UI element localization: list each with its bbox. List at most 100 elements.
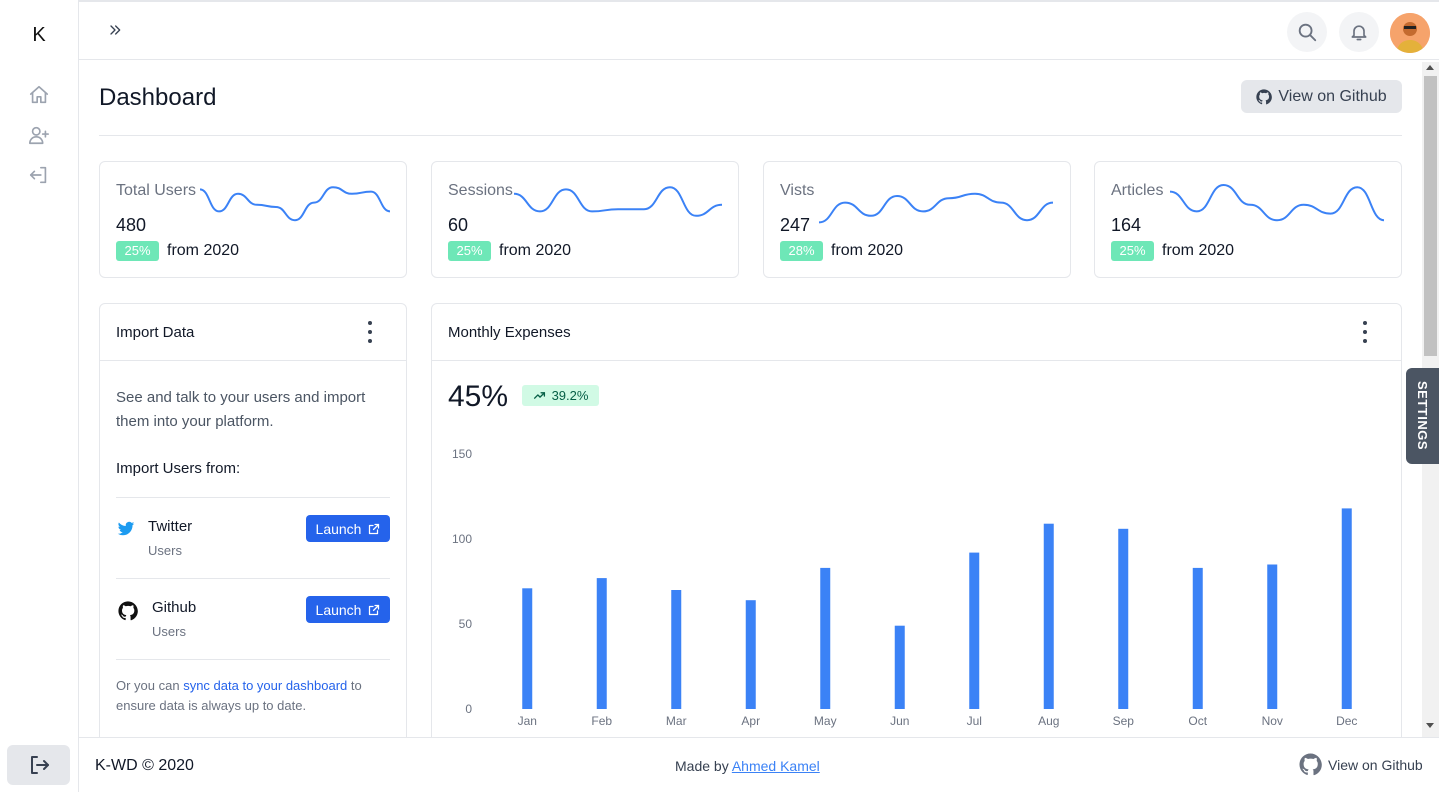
card-header: Import Data: [100, 304, 406, 361]
footer: K-WD © 2020 Made by Ahmed Kamel View on …: [79, 737, 1439, 792]
external-link-icon: [369, 523, 380, 534]
bar-mar[interactable]: [671, 590, 682, 709]
page-title: Dashboard: [99, 84, 217, 111]
dot: [368, 330, 372, 334]
stat-from: from 2020: [499, 242, 572, 259]
y-tick-label: 100: [452, 532, 472, 546]
bell-icon: [1351, 25, 1367, 41]
trend-badge: 39.2%: [522, 385, 599, 406]
logout-button[interactable]: [7, 745, 70, 785]
app-logo[interactable]: K: [0, 24, 78, 47]
more-options-button[interactable]: [366, 321, 374, 343]
x-tick-label: Oct: [1188, 714, 1207, 728]
expenses-percent: 45%: [448, 380, 509, 413]
sidebar: K: [0, 0, 79, 792]
bar-jan[interactable]: [522, 588, 533, 709]
search-icon: [1298, 23, 1317, 42]
source-name: Twitter: [148, 518, 193, 535]
login-icon[interactable]: [27, 163, 51, 187]
x-tick-label: Dec: [1336, 714, 1357, 728]
search-button[interactable]: [1287, 12, 1327, 52]
bar-jul[interactable]: [969, 552, 980, 709]
y-tick-label: 50: [459, 617, 473, 631]
stat-badge: 28%: [780, 241, 823, 261]
sync-data-link[interactable]: sync data to your dashboard: [183, 678, 347, 693]
x-tick-label: Nov: [1262, 714, 1283, 728]
card-title: Import Data: [116, 324, 195, 341]
scroll-up-arrow[interactable]: [1426, 65, 1434, 70]
main-content: Dashboard View on Github Total Users 480…: [79, 62, 1422, 737]
sparkline-path: [199, 186, 391, 222]
stat-card-total-users: Total Users 480 25% from 2020: [99, 161, 407, 278]
expand-sidebar-button[interactable]: [105, 20, 125, 40]
stat-badge: 25%: [116, 241, 159, 261]
settings-label: SETTINGS: [1415, 381, 1430, 451]
stat-card-articles: Articles 164 25% from 2020: [1094, 161, 1402, 278]
launch-twitter-button[interactable]: Launch: [306, 515, 390, 542]
bar-apr[interactable]: [745, 600, 756, 709]
stat-card-sessions: Sessions 60 25% from 2020: [431, 161, 739, 278]
x-tick-label: Sep: [1113, 714, 1135, 728]
source-sub: Users: [152, 624, 186, 639]
sparkline-path: [1169, 183, 1385, 222]
x-tick-label: Jul: [967, 714, 982, 728]
x-tick-label: Feb: [591, 714, 612, 728]
y-tick-label: 0: [465, 702, 472, 716]
github-icon: [1256, 88, 1273, 104]
bar-sep[interactable]: [1118, 528, 1129, 709]
stat-label: Vists: [780, 182, 815, 199]
divider: [116, 659, 390, 660]
scrollbar-thumb[interactable]: [1424, 76, 1437, 356]
author-link[interactable]: Ahmed Kamel: [732, 758, 820, 774]
stat-label: Total Users: [116, 182, 197, 199]
x-tick-label: Jan: [518, 714, 537, 728]
stat-badge: 25%: [448, 241, 491, 261]
x-tick-label: May: [814, 714, 837, 728]
launch-label: Launch: [315, 520, 362, 537]
dot: [1363, 330, 1367, 334]
dot: [368, 321, 372, 325]
sparkline-path: [513, 186, 723, 217]
topbar: [79, 0, 1439, 60]
view-on-github-button[interactable]: View on Github: [1241, 80, 1402, 113]
github-icon: [118, 601, 138, 621]
footer-github-link[interactable]: View on Github: [1299, 753, 1423, 776]
bar-jun[interactable]: [894, 625, 905, 709]
home-icon[interactable]: [27, 83, 51, 107]
footnote-text: Or you can: [116, 678, 184, 693]
sparkline: [513, 186, 723, 217]
scroll-down-arrow[interactable]: [1426, 723, 1434, 728]
sparkline-path: [818, 192, 1054, 224]
y-tick-label: 150: [452, 447, 472, 461]
bar-nov[interactable]: [1267, 564, 1278, 710]
x-tick-label: Mar: [666, 714, 687, 728]
double-chevron-right-icon: [110, 25, 121, 35]
trend-value: 39.2%: [551, 388, 589, 403]
notifications-button[interactable]: [1339, 12, 1379, 52]
stat-value: 60: [448, 215, 469, 235]
stat-badge: 25%: [1111, 241, 1154, 261]
external-link-icon: [369, 604, 380, 615]
divider: [116, 578, 390, 579]
stat-label: Articles: [1111, 182, 1164, 199]
bar-aug[interactable]: [1043, 523, 1054, 709]
launch-label: Launch: [315, 601, 362, 618]
import-data-card: Import Data See and talk to your users a…: [99, 303, 407, 737]
stat-value: 480: [116, 215, 147, 235]
x-tick-label: Aug: [1038, 714, 1059, 728]
bar-dec[interactable]: [1341, 508, 1352, 709]
more-options-button[interactable]: [1361, 321, 1369, 343]
bar-feb[interactable]: [596, 578, 607, 709]
bar-may[interactable]: [820, 567, 831, 709]
settings-tab[interactable]: SETTINGS: [1406, 368, 1439, 464]
avatar[interactable]: [1390, 13, 1430, 53]
x-tick-label: Jun: [890, 714, 909, 728]
user-plus-icon[interactable]: [27, 123, 51, 147]
launch-github-button[interactable]: Launch: [306, 596, 390, 623]
bar-oct[interactable]: [1192, 567, 1203, 709]
source-name: Github: [152, 599, 197, 616]
logout-icon: [30, 756, 49, 774]
made-by: Made by Ahmed Kamel: [675, 758, 820, 774]
copyright: K-WD © 2020: [95, 757, 194, 774]
source-sub: Users: [148, 543, 182, 558]
